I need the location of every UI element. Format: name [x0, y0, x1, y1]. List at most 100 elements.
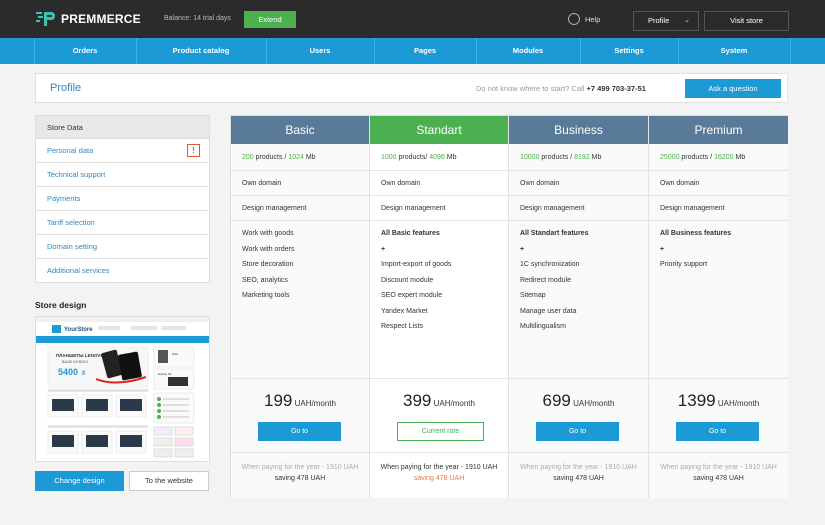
plan-limits: 200 products / 1024 Mb: [231, 144, 369, 171]
plan-price-value: 199: [264, 391, 293, 410]
go-to-button[interactable]: Go to: [536, 422, 619, 441]
plan-storage-unit: Mb: [444, 154, 457, 161]
plan-limits: 25000 products / 16200 Mb: [649, 144, 788, 171]
plan-feature: SEO, analytics: [242, 276, 288, 284]
plan-design: Design management: [231, 196, 369, 221]
sidebar-item-store-data[interactable]: Store Data: [35, 115, 210, 139]
go-to-button[interactable]: Go to: [258, 422, 341, 441]
profile-dropdown[interactable]: Profile ⌄: [633, 11, 699, 31]
yearly-saving-text: saving 478 UAH: [274, 475, 326, 482]
nav-item-modules[interactable]: Modules: [476, 38, 580, 64]
plan-storage: 8192: [574, 154, 590, 161]
nav-item-settings[interactable]: Settings: [580, 38, 678, 64]
yearly-price-text: When paying for the year - 1910 UAH: [520, 464, 637, 471]
store-preview-image: YourStore ПЛАНШЕТЫ LENOVO ВАШЕ ИЗ ВСЕХ 5…: [36, 317, 209, 461]
page-title: Profile: [50, 82, 82, 94]
brand-name: PREMMERCE: [61, 12, 141, 26]
nav-item-system[interactable]: System: [678, 38, 790, 64]
nav-item-pages[interactable]: Pages: [374, 38, 476, 64]
yearly-saving-text: saving 478 UAH: [413, 475, 465, 482]
plan-feature: Manage user data: [520, 307, 577, 315]
plan-products-count: 25000: [660, 154, 680, 161]
plan-products-text: products /: [253, 154, 289, 161]
plan-storage: 4096: [429, 154, 445, 161]
yearly-saving-text: saving 478 UAH: [693, 475, 744, 482]
profile-header: Profile Do not know where to start? Call…: [35, 73, 788, 103]
plan-standart: Standart 1000 products/ 4096 Mb Own domain…: [370, 116, 509, 498]
plan-feature: All Basic features: [381, 230, 440, 237]
plan-products-count: 10000: [520, 154, 540, 161]
sidebar-item-label: Tariff selection: [47, 218, 95, 227]
sidebar-item-tariff-selection[interactable]: Tariff selection: [35, 211, 210, 235]
plan-price: 199 UAH/month: [231, 379, 369, 411]
sidebar: Store Data Personal data ! Technical sup…: [35, 115, 210, 283]
yearly-price-text: When paying for the year - 1910 UAH: [660, 464, 777, 471]
plan-yearly-offer: When paying for the year - 1910 UAH savin…: [649, 453, 788, 484]
nav-item-orders[interactable]: Orders: [34, 38, 136, 64]
sidebar-item-label: Technical support: [47, 170, 106, 179]
plan-yearly-offer: When paying for the year - 1910 UAH savin…: [370, 453, 508, 484]
thumb-banner-title: ПЛАНШЕТЫ LENOVO: [56, 353, 104, 358]
sidebar-item-domain-setting[interactable]: Domain setting: [35, 235, 210, 259]
plan-price-unit: UAH/month: [715, 399, 760, 408]
sidebar-item-personal-data[interactable]: Personal data !: [35, 139, 210, 163]
current-rate-button[interactable]: Current rate: [397, 422, 484, 441]
help-link[interactable]: Help: [568, 13, 600, 25]
plan-feature: +: [381, 245, 386, 253]
store-design-title: Store design: [35, 300, 87, 310]
sidebar-item-label: Payments: [47, 194, 81, 203]
ask-question-button[interactable]: Ask a question: [685, 79, 781, 98]
plan-design: Design management: [370, 196, 508, 221]
plan-products-text: products /: [679, 154, 715, 161]
sidebar-item-payments[interactable]: Payments: [35, 187, 210, 211]
profile-label: Profile: [648, 16, 670, 25]
plan-storage: 1024: [288, 154, 304, 161]
plan-design: Design management: [649, 196, 788, 221]
plan-products-text: products/: [396, 154, 430, 161]
plan-feature: Respect Lists: [381, 323, 424, 330]
balance-text: Balance: 14 trial days: [164, 15, 231, 22]
tariff-plans-table: Basic 200 products / 1024 Mb Own domain Des…: [230, 115, 788, 498]
plan-domain: Own domain: [509, 171, 648, 196]
sidebar-item-additional-services[interactable]: Additional services: [35, 259, 210, 283]
logo[interactable]: PREMMERCE: [36, 11, 141, 27]
plan-features: All Business features + Priority support: [649, 221, 788, 379]
plan-price-value: 399: [403, 391, 432, 410]
help-call-prefix: Do not know where to start? Call: [476, 84, 585, 93]
plan-premium: Premium 25000 products / 16200 Mb Own doma…: [649, 116, 788, 498]
thumb-banner-price: 5400: [58, 367, 78, 377]
sidebar-item-label: Additional services: [47, 266, 110, 275]
plan-domain: Own domain: [649, 171, 788, 196]
go-to-button[interactable]: Go to: [676, 422, 759, 441]
change-design-button[interactable]: Change design: [35, 471, 124, 491]
thumb-side-label-2: Explay N1: [158, 372, 172, 376]
plan-price: 399 UAH/month: [370, 379, 508, 411]
sidebar-item-label: Store Data: [47, 123, 83, 132]
visit-store-button[interactable]: Visit store: [704, 11, 789, 31]
extend-button[interactable]: Extend: [244, 11, 296, 28]
premmerce-logo-icon: [36, 12, 55, 26]
plan-feature: Yandex Market: [381, 307, 428, 315]
plan-storage: 16200: [714, 154, 734, 161]
plan-yearly-offer: When paying for the year - 1910 UAH savin…: [231, 453, 369, 484]
help-icon: [568, 13, 580, 25]
nav-item-product-catalog[interactable]: Product catalog: [136, 38, 266, 64]
plan-products-text: products /: [539, 154, 575, 161]
plan-design: Design management: [509, 196, 648, 221]
store-design-preview: YourStore ПЛАНШЕТЫ LENOVO ВАШЕ ИЗ ВСЕХ 5…: [35, 316, 210, 462]
sidebar-item-technical-support[interactable]: Technical support: [35, 163, 210, 187]
yearly-price-text: When paying for the year - 1910 UAH: [380, 464, 498, 471]
main-nav: Orders Product catalog Users Pages Modul…: [0, 38, 825, 64]
plan-features: Work with goods Work with orders Store dec…: [231, 221, 369, 379]
plan-feature: Work with orders: [242, 245, 295, 253]
plan-price: 1399 UAH/month: [649, 379, 788, 411]
chevron-down-icon: ⌄: [684, 17, 690, 24]
to-website-button[interactable]: To the website: [129, 471, 209, 491]
plan-feature: Sitemap: [520, 292, 546, 299]
plan-feature: +: [520, 245, 525, 253]
plan-feature: +: [660, 245, 665, 253]
plan-name: Basic: [231, 116, 369, 144]
nav-item-users[interactable]: Users: [266, 38, 374, 64]
sidebar-item-label: Personal data: [47, 146, 94, 155]
plan-feature: Store decoration: [242, 261, 294, 268]
